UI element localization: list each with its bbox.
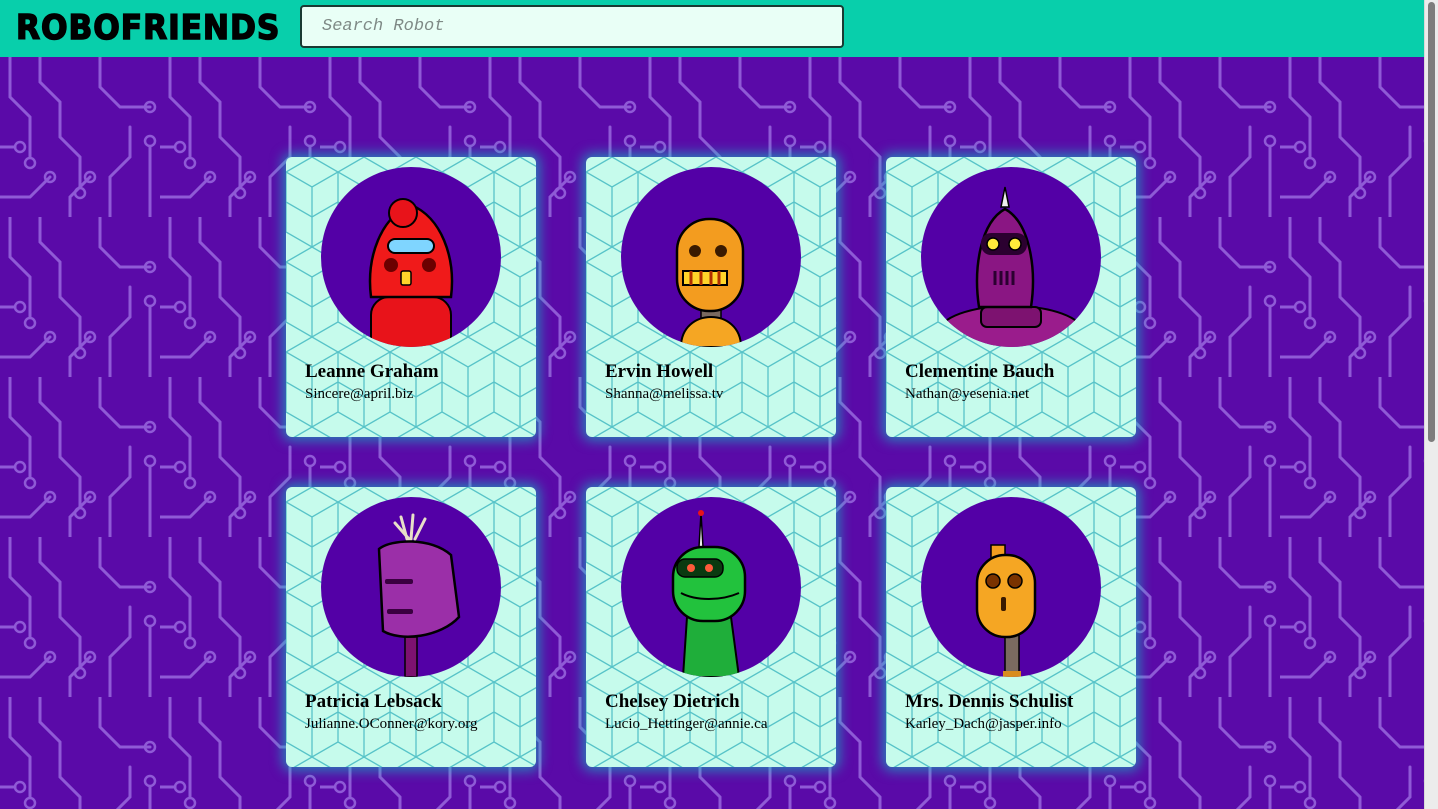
- robot-email: Shanna@melissa.tv: [605, 386, 724, 402]
- robot-email: Nathan@yesenia.net: [905, 386, 1030, 402]
- robot-avatar: [321, 167, 501, 347]
- vertical-scrollbar[interactable]: [1424, 0, 1438, 809]
- robot-card[interactable]: Leanne Graham Sincere@april.biz: [286, 157, 536, 437]
- robot-image: [377, 513, 461, 677]
- robot-email: Lucio_Hettinger@annie.ca: [605, 716, 768, 732]
- robot-email: Sincere@april.biz: [305, 386, 414, 402]
- robot-avatar: [321, 497, 501, 677]
- robot-image: [975, 544, 1037, 677]
- robot-image: [368, 198, 454, 347]
- robot-avatar: [621, 497, 801, 677]
- robot-card[interactable]: Clementine Bauch Nathan@yesenia.net: [886, 157, 1136, 437]
- robot-card[interactable]: Patricia Lebsack Julianne.OConner@kory.o…: [286, 487, 536, 767]
- robot-card[interactable]: Mrs. Dennis Schulist Karley_Dach@jasper.…: [886, 487, 1136, 767]
- robot-avatar: [921, 497, 1101, 677]
- robot-image: [671, 510, 747, 677]
- robot-name: Leanne Graham: [305, 361, 439, 382]
- robot-name: Patricia Lebsack: [305, 691, 442, 712]
- robot-card[interactable]: Ervin Howell Shanna@melissa.tv: [586, 157, 836, 437]
- robot-email: Julianne.OConner@kory.org: [305, 716, 478, 732]
- robot-image: [938, 186, 1084, 347]
- search-input[interactable]: [300, 5, 844, 48]
- robot-avatar: [621, 167, 801, 347]
- scrollbar-thumb[interactable]: [1428, 2, 1435, 442]
- robot-avatar: [921, 167, 1101, 347]
- robot-name: Mrs. Dennis Schulist: [905, 691, 1074, 712]
- app-logo: ROBOFRIENDS: [15, 7, 281, 49]
- robot-email: Karley_Dach@jasper.info: [905, 716, 1062, 732]
- robot-name: Chelsey Dietrich: [605, 691, 740, 712]
- robot-card[interactable]: Chelsey Dietrich Lucio_Hettinger@annie.c…: [586, 487, 836, 767]
- robot-image: [675, 217, 745, 347]
- robot-name: Clementine Bauch: [905, 361, 1055, 382]
- header-bar: ROBOFRIENDS: [0, 0, 1424, 57]
- robot-name: Ervin Howell: [605, 361, 714, 382]
